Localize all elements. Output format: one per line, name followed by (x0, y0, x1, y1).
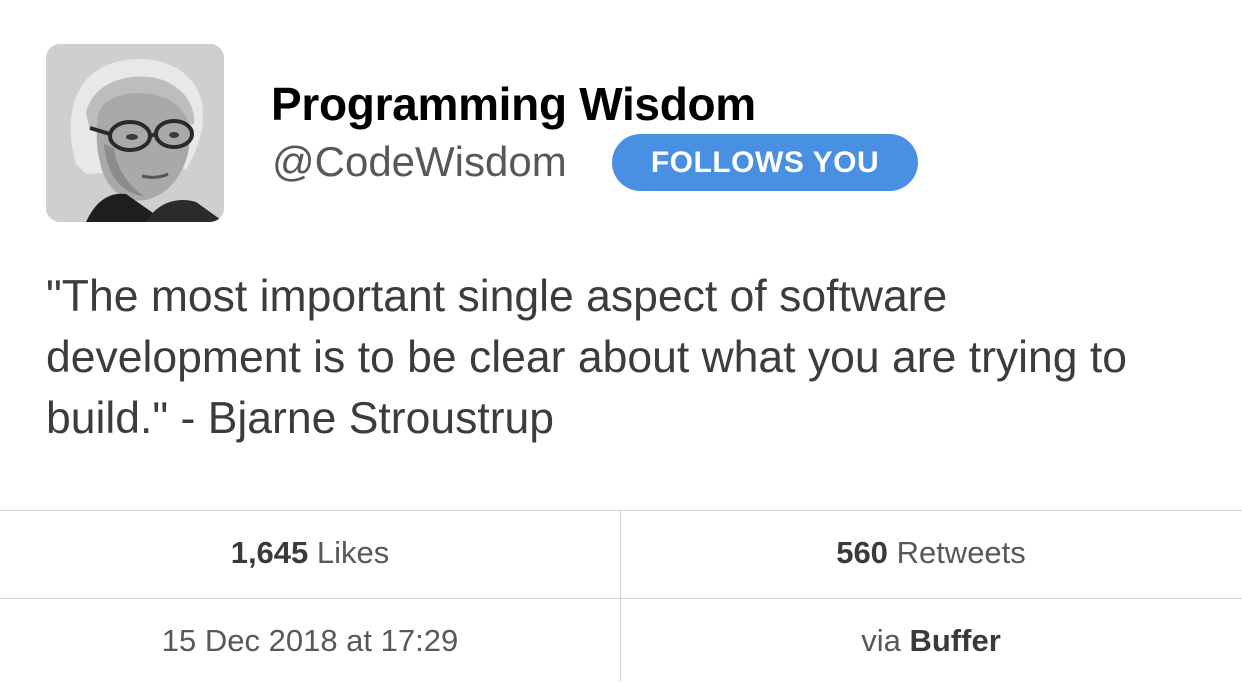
profile-photo-icon (46, 44, 224, 222)
likes-label: Likes (316, 535, 390, 570)
follows-you-badge: FOLLOWS YOU (612, 134, 918, 191)
user-handle[interactable]: @CodeWisdom (272, 136, 567, 188)
avatar[interactable] (46, 44, 224, 222)
retweets-label: Retweets (896, 535, 1026, 570)
likes-count: 1,645 (230, 535, 309, 570)
tweet-timestamp: 15 Dec 2018 at 17:29 (161, 623, 459, 658)
display-name[interactable]: Programming Wisdom (271, 76, 756, 132)
via-prefix: via (861, 623, 901, 658)
retweets-count: 560 (836, 535, 888, 570)
likes-stat[interactable]: 1,645 Likes (0, 510, 620, 596)
retweets-stat[interactable]: 560 Retweets (621, 510, 1241, 596)
tweet-stats: 1,645 Likes 560 Retweets 15 Dec 2018 at … (0, 510, 1242, 682)
tweet-text: "The most important single aspect of sof… (46, 272, 1127, 443)
tweet-source: via Buffer (621, 598, 1241, 684)
source-app[interactable]: Buffer (909, 623, 1000, 658)
